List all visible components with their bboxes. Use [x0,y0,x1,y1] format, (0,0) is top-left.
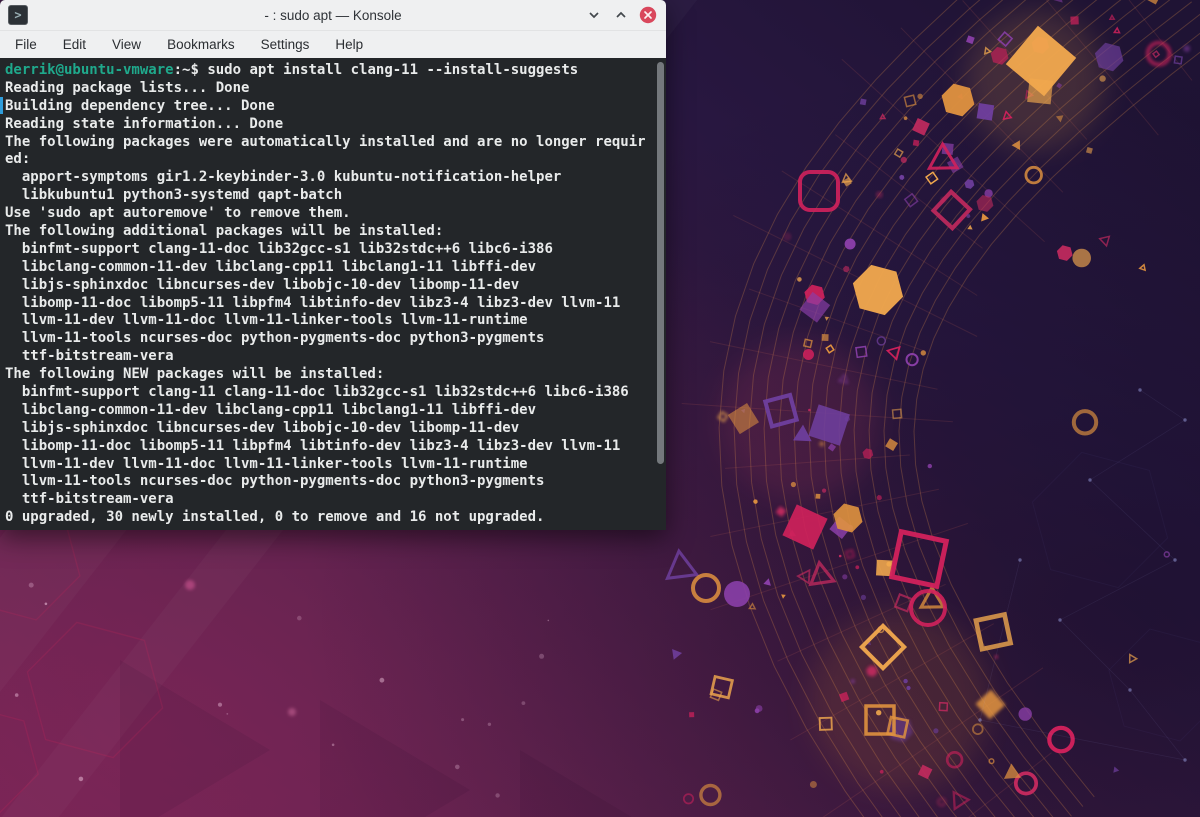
terminal-line: llvm-11-dev llvm-11-doc llvm-11-linker-t… [5,455,528,472]
terminal-line: llvm-11-tools ncurses-doc python-pygment… [5,473,545,490]
separator: : [173,62,183,78]
menu-item-view[interactable]: View [99,33,154,56]
terminal-line: The following NEW packages will be insta… [5,366,385,383]
terminal-line: binfmt-support clang-11-doc lib32gcc-s1 … [5,240,553,257]
terminal-line: apport-symptoms gir1.2-keybinder-3.0 kub… [5,169,562,186]
terminal-line: libclang-common-11-dev libclang-cpp11 li… [5,401,537,418]
terminal-line: llvm-11-dev llvm-11-doc llvm-11-linker-t… [5,312,528,329]
menu-item-edit[interactable]: Edit [50,33,99,56]
terminal-line: Reading state information... Done [5,115,284,132]
terminal-line: ed: [5,151,31,168]
scrollbar-thumb[interactable] [657,62,664,464]
chevron-down-icon [589,12,599,19]
terminal-line: Use 'sudo apt autoremove' to remove them… [5,205,351,222]
command: sudo apt install clang-11 --install-sugg… [207,62,579,78]
menu-item-file[interactable]: File [2,33,50,56]
window-controls [585,6,666,24]
terminal-line: libomp-11-doc libomp5-11 libpfm4 libtinf… [5,437,621,454]
close-x-icon [639,6,657,24]
menu-bar: File Edit View Bookmarks Settings Help [0,31,666,58]
terminal-line: binfmt-support clang-11 clang-11-doc lib… [5,384,629,401]
konsole-window: > - : sudo apt — Konsole File Edit View Boo [0,0,666,530]
terminal-line: ttf-bitstream-vera [5,491,174,508]
window-titlebar[interactable]: > - : sudo apt — Konsole [0,0,666,31]
konsole-app-icon: > [8,5,28,25]
menu-item-help[interactable]: Help [322,33,376,56]
terminal-line: libjs-sphinxdoc libncurses-dev libobjc-1… [5,419,520,436]
terminal-line: llvm-11-tools ncurses-doc python-pygment… [5,330,545,347]
close-button[interactable] [639,6,657,24]
terminal-prompt-line: derrik@ubuntu-vmware:~$ sudo apt install… [5,62,652,80]
menu-item-settings[interactable]: Settings [248,33,323,56]
terminal-line: Reading package lists... Done [5,79,250,96]
terminal-area[interactable]: derrik@ubuntu-vmware:~$ sudo apt install… [0,58,666,530]
terminal-line: libomp-11-doc libomp5-11 libpfm4 libtinf… [5,294,621,311]
user-host: derrik@ubuntu-vmware [5,62,174,78]
maximize-button[interactable] [612,6,630,24]
terminal-line: libjs-sphinxdoc libncurses-dev libobjc-1… [5,276,520,293]
symbol: $ [190,62,208,78]
terminal-line: The following additional packages will b… [5,223,444,240]
window-title: - : sudo apt — Konsole [264,7,402,23]
terminal-line: Building dependency tree... Done [5,97,275,114]
chevron-up-icon [616,11,626,18]
terminal-line: The following packages were automaticall… [5,133,646,150]
terminal-line: ttf-bitstream-vera [5,348,174,365]
terminal-line: libkubuntu1 python3-systemd qapt-batch [5,187,343,204]
menu-item-bookmarks[interactable]: Bookmarks [154,33,248,56]
minimize-button[interactable] [585,6,603,24]
terminal-line: 0 upgraded, 30 newly installed, 0 to rem… [5,509,545,526]
text-cursor-indicator [0,97,3,114]
terminal-line: libclang-common-11-dev libclang-cpp11 li… [5,258,537,275]
terminal-output: derrik@ubuntu-vmware:~$ sudo apt install… [5,62,652,527]
